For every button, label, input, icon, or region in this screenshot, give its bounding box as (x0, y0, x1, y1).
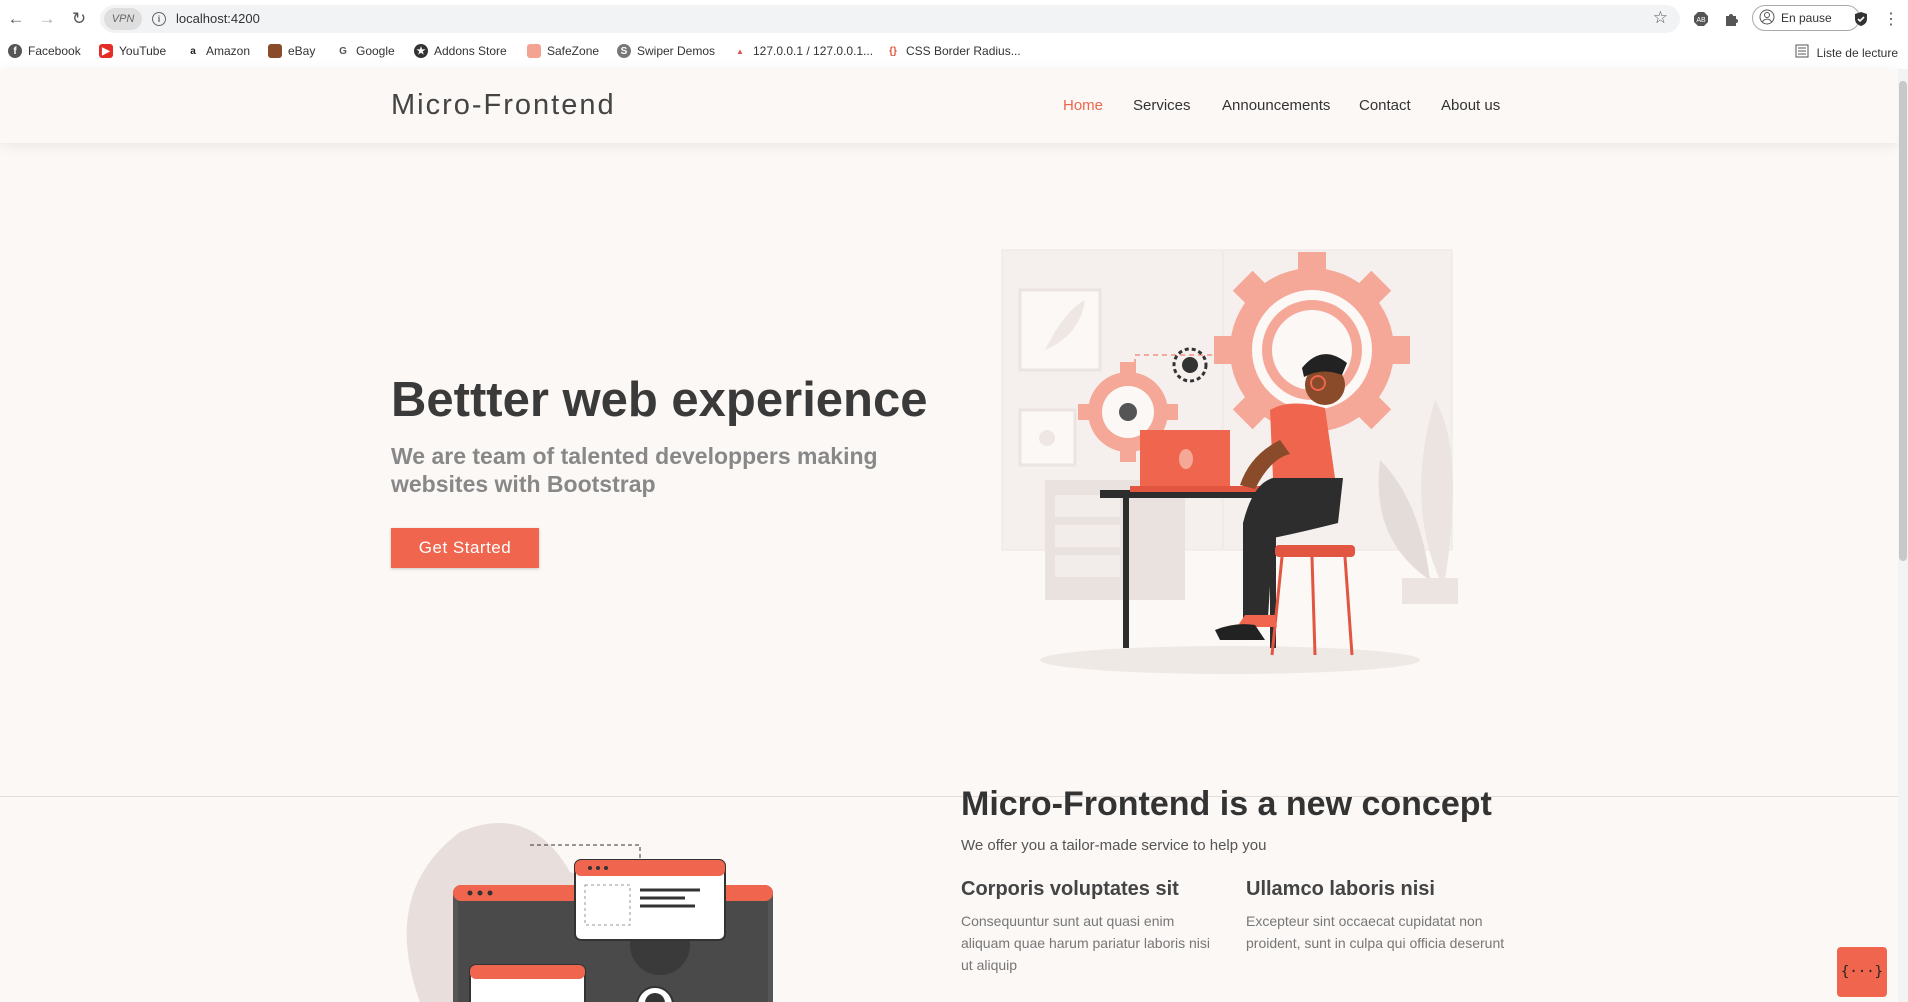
feature-text: Consequuntur sunt aut quasi enim aliquam… (961, 913, 1211, 973)
bookmarks-bar: f Facebook ▶ YouTube a Amazon eBay G Goo… (0, 38, 1908, 68)
bookmark-css-border-radius[interactable]: {} CSS Border Radius... (886, 44, 1021, 58)
floating-action-button[interactable]: {···} (1837, 947, 1887, 997)
phpmyadmin-icon: ▲ (733, 44, 747, 58)
browser-toolbar: ← → ↻ VPN i localhost:4200 ☆ AB En pause… (0, 0, 1908, 38)
section-divider (0, 796, 1898, 797)
swiper-icon: S (617, 44, 631, 58)
bookmark-star-icon[interactable]: ☆ (1653, 8, 1668, 28)
nav-about-us[interactable]: About us (1441, 97, 1500, 114)
scrollbar-thumb[interactable] (1899, 81, 1907, 561)
bookmark-label: eBay (288, 44, 316, 58)
bookmark-phpmyadmin[interactable]: ▲ 127.0.0.1 / 127.0.0.1... (733, 44, 873, 58)
reading-list-button[interactable]: Liste de lecture (1795, 44, 1898, 61)
shield-extension-icon[interactable] (1850, 8, 1872, 30)
profile-avatar-icon (1759, 9, 1775, 28)
extensions-puzzle-icon[interactable] (1720, 8, 1742, 30)
nav-announcements[interactable]: Announcements (1222, 97, 1330, 114)
feature-text: Excepteur sint occaecat cupidatat non pr… (1246, 913, 1505, 951)
ebay-icon (268, 44, 282, 58)
amazon-icon: a (186, 44, 200, 58)
facebook-icon: f (8, 44, 22, 58)
bookmark-google[interactable]: G Google (336, 44, 395, 58)
developer-illustration (1001, 249, 1458, 674)
forward-icon[interactable]: → (36, 8, 58, 30)
about-title: Micro-Frontend is a new concept (961, 785, 1492, 823)
address-bar[interactable]: VPN i localhost:4200 ☆ (100, 5, 1680, 33)
safezone-icon (527, 44, 541, 58)
bookmark-addons-store[interactable]: ★ Addons Store (414, 44, 507, 58)
bookmark-facebook[interactable]: f Facebook (8, 44, 81, 58)
reload-icon[interactable]: ↻ (68, 8, 90, 30)
back-icon[interactable]: ← (5, 8, 27, 30)
menu-kebab-icon[interactable]: ⋮ (1880, 8, 1902, 30)
page-scrollbar[interactable] (1898, 69, 1908, 1002)
site-info-icon[interactable]: i (152, 12, 166, 26)
site-header: Micro-Frontend Home Services Announcemen… (0, 69, 1898, 143)
youtube-icon: ▶ (99, 44, 113, 58)
hero-subtitle: We are team of talented developpers maki… (391, 443, 878, 497)
browser-chrome: ← → ↻ VPN i localhost:4200 ☆ AB En pause… (0, 0, 1908, 70)
bookmark-label: Amazon (206, 44, 251, 58)
google-icon: G (336, 44, 350, 58)
bookmark-label: Facebook (28, 44, 81, 58)
bookmark-safezone[interactable]: SafeZone (527, 44, 599, 58)
svg-text:AB: AB (1696, 17, 1706, 24)
profile-button[interactable]: En pause (1752, 5, 1860, 31)
bookmark-ebay[interactable]: eBay (268, 44, 315, 58)
reading-list-icon (1795, 44, 1809, 61)
vpn-badge[interactable]: VPN (104, 8, 142, 30)
profile-label: En pause (1781, 11, 1832, 25)
feature-title: Corporis voluptates sit (961, 878, 1179, 900)
site-logo[interactable]: Micro-Frontend (391, 89, 616, 122)
bookmark-label: CSS Border Radius... (906, 44, 1021, 58)
url-text[interactable]: localhost:4200 (176, 11, 260, 26)
bookmark-label: Google (356, 44, 395, 58)
nav-contact[interactable]: Contact (1359, 97, 1411, 114)
bookmark-label: 127.0.0.1 / 127.0.0.1... (753, 44, 874, 58)
bookmark-label: SafeZone (547, 44, 600, 58)
hero-title: Bettter web experience (391, 373, 928, 427)
get-started-button[interactable]: Get Started (391, 528, 539, 568)
css-icon: {} (886, 44, 900, 58)
nav-home[interactable]: Home (1063, 97, 1103, 114)
addons-icon: ★ (414, 44, 428, 58)
feature-title: Ullamco laboris nisi (1246, 878, 1435, 900)
bookmark-label: Addons Store (434, 44, 507, 58)
bookmark-label: Swiper Demos (637, 44, 716, 58)
bookmark-swiper-demos[interactable]: S Swiper Demos (617, 44, 715, 58)
adblock-extension-icon[interactable]: AB (1690, 8, 1712, 30)
bookmark-amazon[interactable]: a Amazon (186, 44, 250, 58)
web-windows-illustration (406, 823, 773, 1002)
reading-list-label: Liste de lecture (1816, 45, 1898, 60)
about-lead: We offer you a tailor-made service to he… (961, 837, 1267, 854)
bookmark-youtube[interactable]: ▶ YouTube (99, 44, 166, 58)
bookmark-label: YouTube (119, 44, 167, 58)
nav-services[interactable]: Services (1133, 97, 1191, 114)
